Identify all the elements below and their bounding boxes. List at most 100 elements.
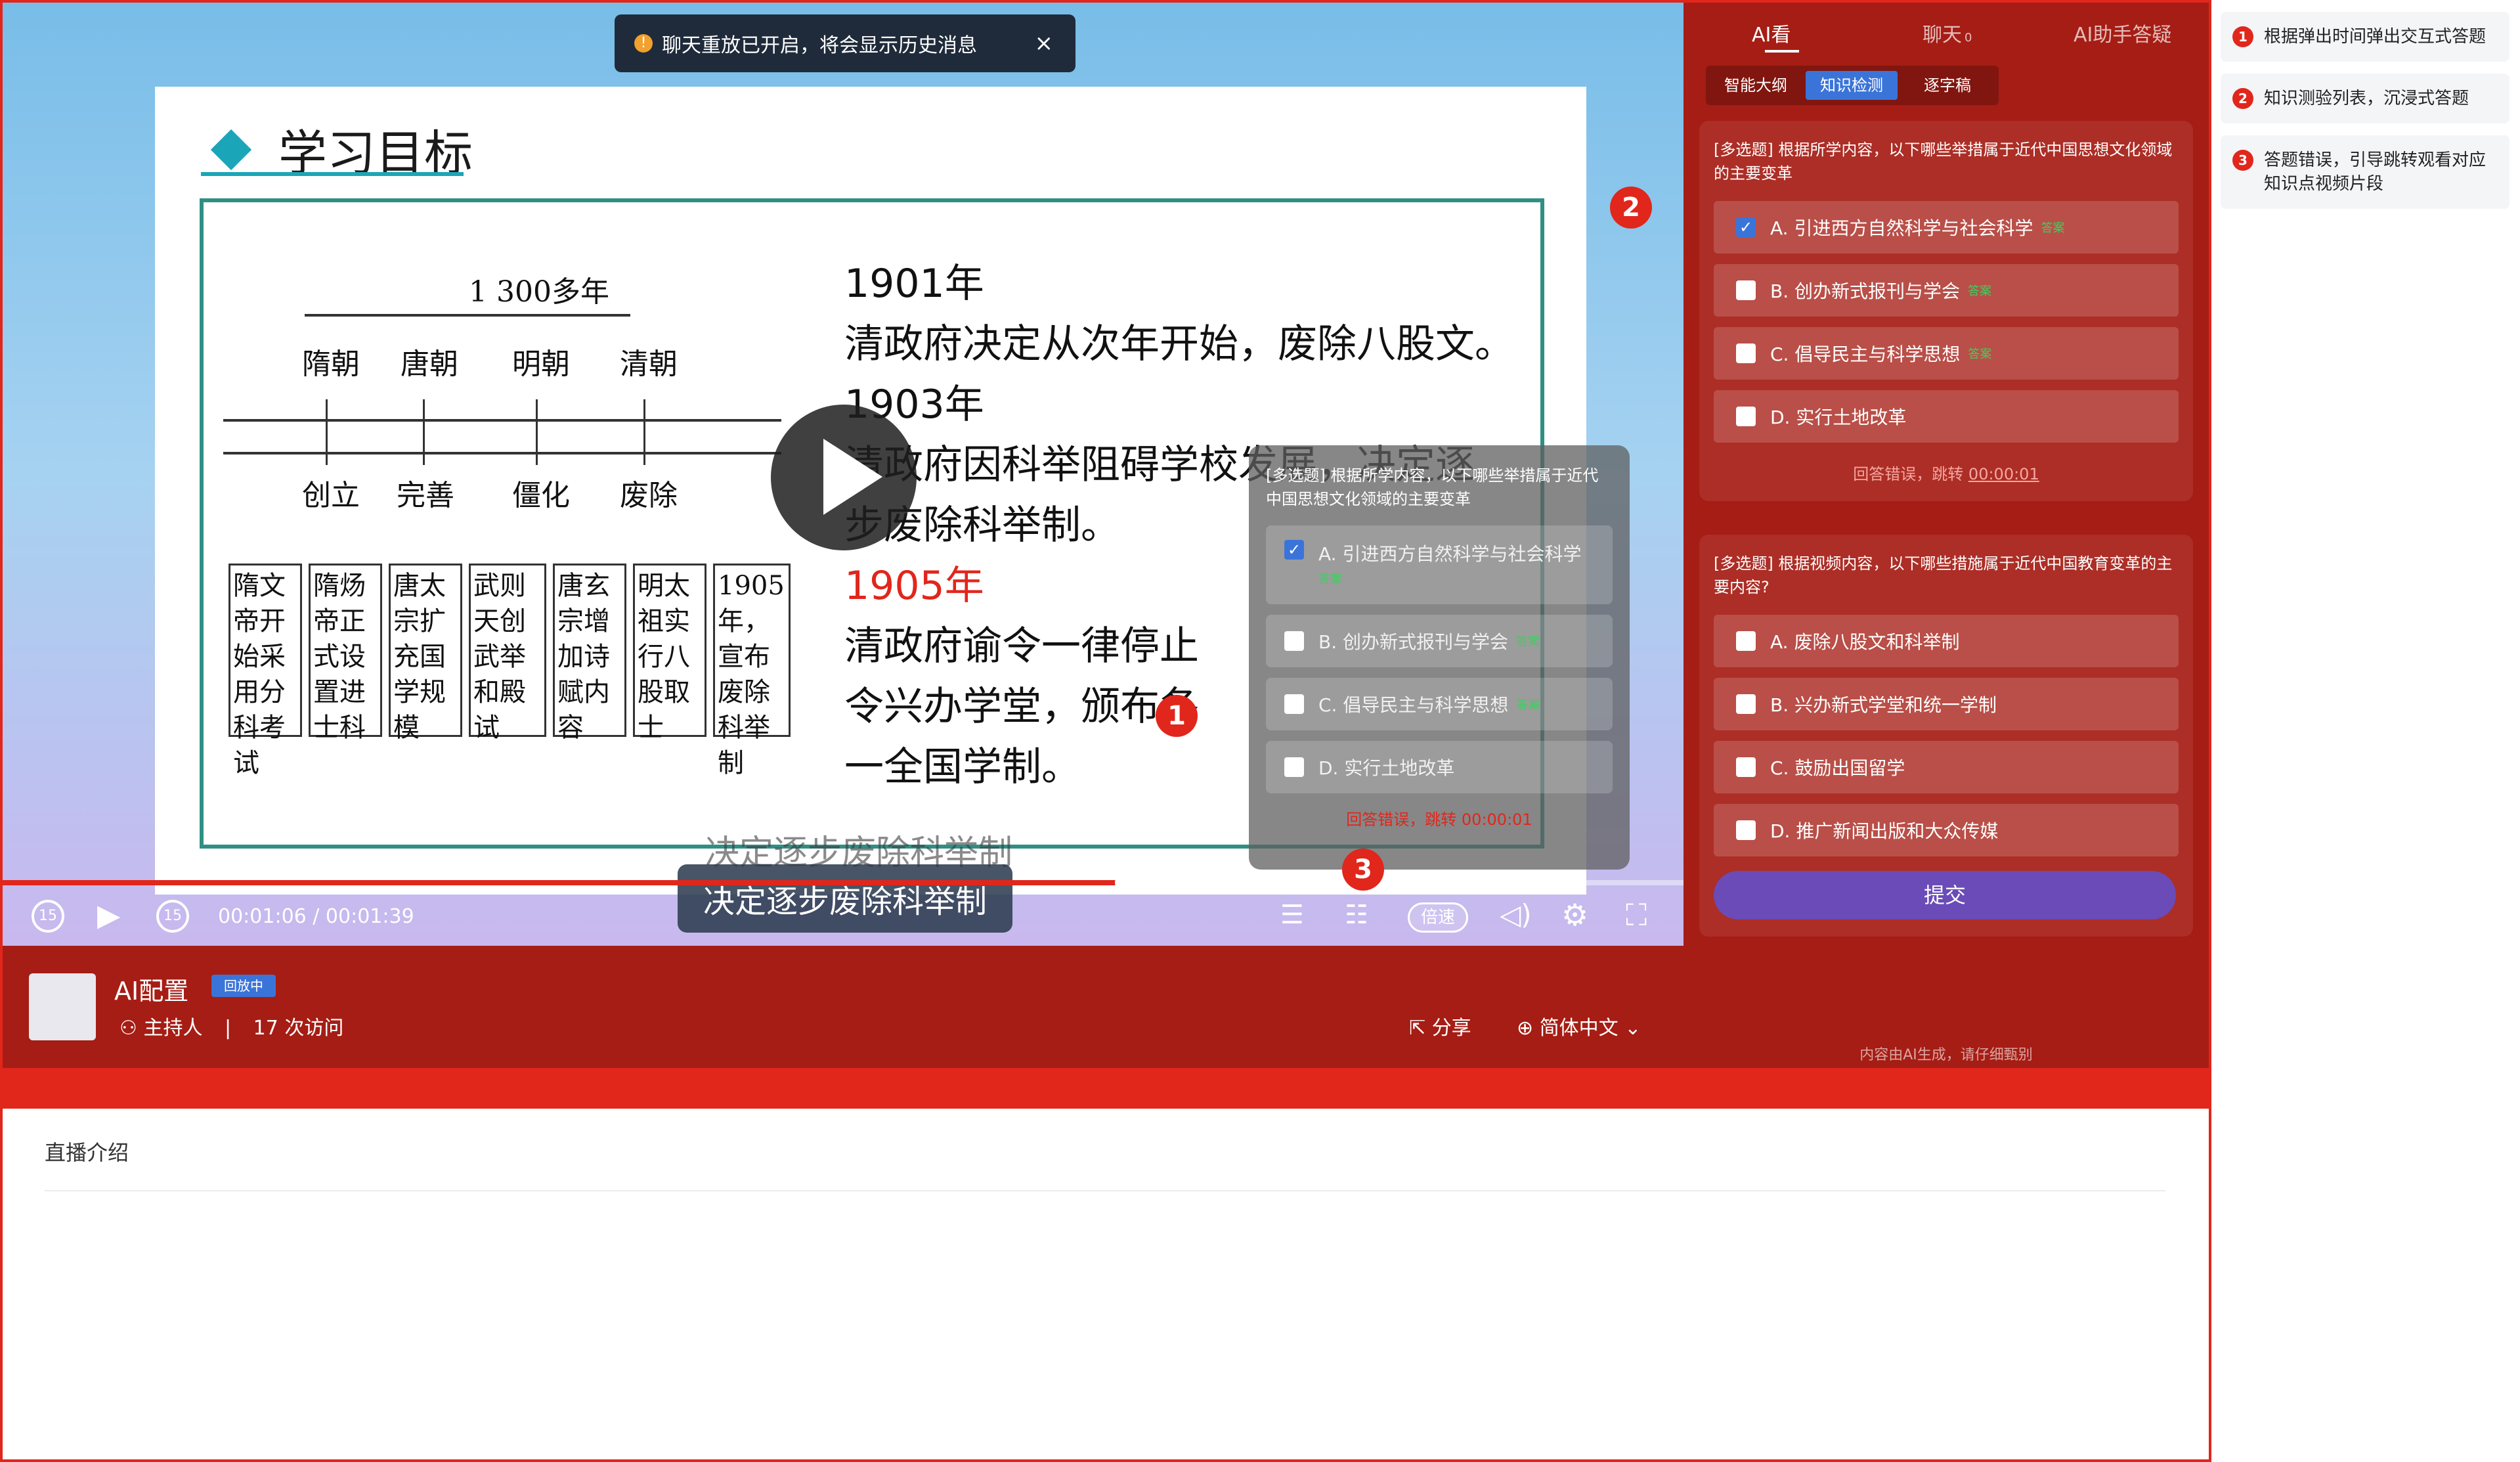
- chevron-down-icon: ⌄: [1624, 1017, 1641, 1040]
- overlay-option[interactable]: C. 倡导民主与科学思想 答案: [1266, 678, 1613, 730]
- subtab-outline[interactable]: 智能大纲: [1710, 71, 1802, 100]
- quiz-error: 回答错误，跳转 00:00:01: [1853, 465, 2039, 483]
- note-item: 1 根据弹出时间弹出交互式答题: [2221, 12, 2509, 62]
- jump-time-link[interactable]: 00:00:01: [1968, 465, 2039, 483]
- tab-underline: [1765, 50, 1799, 53]
- subtab-transcript[interactable]: 逐字稿: [1901, 71, 1993, 100]
- replay-badge: 回放中: [211, 975, 276, 997]
- share-button[interactable]: ⇱ 分享: [1409, 1011, 1471, 1040]
- video-quiz-overlay: [多选题] 根据所学内容，以下哪些举措属于近代中国思想文化领域的主要变革 ✓ A…: [1249, 445, 1630, 870]
- quiz-option[interactable]: C. 倡导民主与科学思想 答案: [1714, 327, 2179, 380]
- brace-line: [305, 314, 630, 317]
- tab-chat[interactable]: 聊天 0: [1923, 18, 1972, 47]
- stage-rigid: 僵化: [512, 479, 570, 512]
- volume-icon[interactable]: ◁): [1500, 898, 1532, 931]
- stage-abolish: 废除: [620, 479, 678, 512]
- share-icon: ⇱: [1409, 1017, 1426, 1040]
- intro-divider: [45, 1190, 2165, 1191]
- dynasty-qing: 清朝: [620, 347, 678, 381]
- progress-bar[interactable]: [3, 874, 1684, 892]
- slide-line-red: 1905年: [844, 563, 984, 609]
- stage-improve: 完善: [397, 479, 454, 512]
- diamond-icon: [210, 129, 252, 170]
- checkbox[interactable]: [1736, 631, 1756, 651]
- quiz-option[interactable]: ✓ A. 引进西方自然科学与社会科学 答案: [1714, 201, 2179, 254]
- quiz-option[interactable]: B. 创办新式报刊与学会 答案: [1714, 264, 2179, 317]
- checkbox[interactable]: [1736, 694, 1756, 714]
- forward-15-icon[interactable]: 15: [156, 900, 189, 933]
- overlay-error[interactable]: 回答错误，跳转 00:00:01: [1266, 807, 1613, 830]
- checkbox-checked[interactable]: ✓: [1736, 217, 1756, 237]
- subtab-knowledge-check[interactable]: 知识检测: [1806, 71, 1898, 100]
- settings-gear-icon[interactable]: ⚙: [1561, 897, 1588, 933]
- host-role: 主持人: [143, 1017, 203, 1040]
- checkbox[interactable]: [1736, 407, 1756, 426]
- chat-replay-notice: ! 聊天重放已开启，将会显示历史消息 ×: [615, 14, 1075, 72]
- overlay-option[interactable]: B. 创办新式报刊与学会 答案: [1266, 615, 1613, 667]
- dynasty-sui: 隋朝: [302, 347, 360, 381]
- progress-knob[interactable]: [1114, 874, 1133, 892]
- side-panel: AI看 聊天 0 AI助手答疑 智能大纲 知识检测 逐字稿 [多选题] 根据所学内…: [1684, 3, 2209, 1068]
- diagram-cell: 武则天创武举和殿试: [469, 564, 546, 743]
- quiz-option[interactable]: A. 废除八股文和科举制: [1714, 615, 2179, 667]
- note-item: 3 答题错误，引导跳转观看对应知识点视频片段: [2221, 135, 2509, 209]
- diagram-cell: 隋炀帝正式设置进士科: [309, 564, 382, 743]
- tab-ai-assistant[interactable]: AI助手答疑: [2074, 18, 2171, 47]
- fullscreen-icon[interactable]: ⛶: [1626, 897, 1647, 934]
- ai-disclaimer: 内容由AI生成，请仔细甄别: [1859, 1047, 2033, 1063]
- play-icon[interactable]: ▶: [97, 897, 120, 933]
- play-big-icon[interactable]: [771, 405, 917, 550]
- quiz-question: [多选题] 根据视频内容，以下哪些措施属于近代中国教育变革的主要内容?: [1714, 554, 2173, 596]
- slide-line: 令兴办学堂，颁布各: [844, 684, 1199, 730]
- quiz-option[interactable]: C. 鼓励出国留学: [1714, 741, 2179, 793]
- diagram-cell: 1905年，宣布废除科举制: [713, 564, 791, 778]
- slide-line: 清政府决定从次年开始，废除八股文。: [844, 321, 1514, 367]
- stage-create: 创立: [302, 479, 360, 512]
- visit-count: 17 次访问: [253, 1017, 344, 1040]
- notice-text: 聊天重放已开启，将会显示历史消息: [662, 34, 977, 57]
- video-player[interactable]: 学习目标 1 300多年 隋朝 唐朝 明朝 清朝 创立 完善 僵化 废除 隋文帝…: [3, 3, 1684, 946]
- checkbox[interactable]: [1284, 694, 1304, 714]
- language-select[interactable]: ⊕ 简体中文 ⌄: [1517, 1011, 1641, 1040]
- checkbox[interactable]: [1736, 280, 1756, 300]
- host-name: AI配置: [114, 977, 189, 1006]
- diagram-cell: 隋文帝开始采用分科考试: [228, 564, 302, 778]
- speed-button[interactable]: 倍速: [1408, 902, 1468, 933]
- checkbox-checked[interactable]: ✓: [1284, 540, 1304, 560]
- rewind-15-icon[interactable]: 15: [32, 900, 64, 933]
- time-display: 00:01:06 / 00:01:39: [218, 905, 414, 928]
- diagram-cell: 明太祖实行八股取士: [633, 564, 706, 743]
- overlay-option[interactable]: D. 实行土地改革: [1266, 741, 1613, 793]
- separator: |: [225, 1017, 232, 1040]
- slide-line: 清政府谕令一律停止: [844, 623, 1199, 669]
- quiz-question: [多选题] 根据所学内容，以下哪些举措属于近代中国思想文化领域的主要变革: [1714, 141, 2173, 183]
- overlay-option[interactable]: ✓ A. 引进西方自然科学与社会科学 答案: [1266, 525, 1613, 604]
- quiz-option[interactable]: D. 推广新闻出版和大众传媒: [1714, 804, 2179, 856]
- checkbox[interactable]: [1736, 820, 1756, 840]
- span-label: 1 300多年: [469, 275, 609, 309]
- close-icon[interactable]: ×: [1035, 30, 1054, 56]
- warning-icon: !: [634, 34, 653, 53]
- checkbox[interactable]: [1284, 757, 1304, 777]
- avatar: [29, 973, 96, 1040]
- subtabs: 智能大纲 知识检测 逐字稿: [1706, 66, 1999, 105]
- user-icon: ⚇: [119, 1017, 137, 1040]
- subtitle: 决定逐步废除科举制: [678, 864, 1012, 933]
- checkbox[interactable]: [1284, 631, 1304, 651]
- chapter-list-icon[interactable]: ☰: [1280, 900, 1304, 930]
- dynasty-ming: 明朝: [512, 347, 570, 381]
- quiz-option[interactable]: B. 兴办新式学堂和统一学制: [1714, 678, 2179, 730]
- tab-ai-watch[interactable]: AI看: [1752, 18, 1791, 47]
- checkbox[interactable]: [1736, 757, 1756, 777]
- note-item: 2 知识测验列表，沉浸式答题: [2221, 74, 2509, 123]
- submit-button[interactable]: 提交: [1714, 871, 2176, 919]
- quiz-card-2: [多选题] 根据视频内容，以下哪些措施属于近代中国教育变革的主要内容? A. 废…: [1699, 535, 2193, 937]
- quiz-option[interactable]: D. 实行土地改革: [1714, 390, 2179, 443]
- host-info-bar: AI配置 回放中 ⚇ 主持人 | 17 次访问 ⇱ 分享 ⊕ 简体中文 ⌄: [3, 946, 1684, 1068]
- panel-tabs: AI看 聊天 0 AI助手答疑: [1684, 3, 2209, 62]
- diagram-cell: 唐太宗扩充国学规模: [389, 564, 462, 743]
- diagram-cell: 唐玄宗增加诗赋内容: [553, 564, 626, 743]
- quiz-list-icon[interactable]: ☷: [1345, 900, 1368, 930]
- checkbox[interactable]: [1736, 343, 1756, 363]
- intro-title[interactable]: 直播介绍: [45, 1136, 129, 1166]
